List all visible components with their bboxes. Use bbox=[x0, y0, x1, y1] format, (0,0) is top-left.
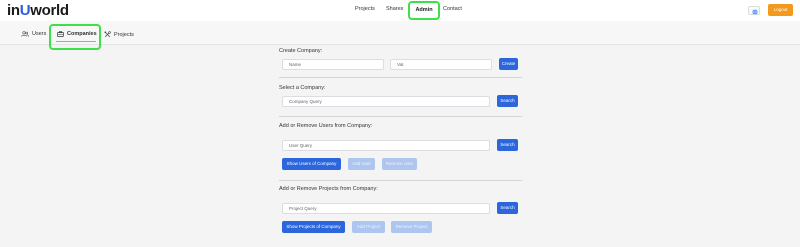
top-navbar: inUworld Projects Shares Admin Contact L… bbox=[0, 0, 800, 21]
create-company-button[interactable]: Create bbox=[499, 58, 518, 70]
nav-shares[interactable]: Shares bbox=[386, 6, 403, 12]
tab-companies[interactable]: Companies bbox=[57, 31, 97, 37]
remove-user-button[interactable]: Remove User bbox=[382, 158, 417, 170]
tools-icon bbox=[104, 31, 111, 38]
app-logo[interactable]: inUworld bbox=[7, 2, 69, 19]
active-tab-indicator bbox=[56, 41, 96, 42]
nav-projects[interactable]: Projects bbox=[355, 6, 375, 12]
nav-admin-label: Admin bbox=[415, 7, 433, 13]
company-query-input[interactable]: Company Query bbox=[282, 96, 490, 107]
tab-companies-highlight bbox=[49, 24, 101, 50]
add-user-button[interactable]: Add User bbox=[348, 158, 375, 170]
logo-prefix: in bbox=[7, 2, 20, 19]
show-users-button[interactable]: Show Users of Company bbox=[282, 158, 341, 170]
remove-project-button[interactable]: Remove Project bbox=[391, 221, 432, 233]
tab-projects[interactable]: Projects bbox=[104, 31, 134, 38]
tab-companies-label: Companies bbox=[67, 31, 97, 37]
search-company-button[interactable]: Search bbox=[497, 95, 518, 107]
user-query-input[interactable]: User Query bbox=[282, 140, 490, 151]
tab-users[interactable]: Users bbox=[21, 31, 46, 37]
project-query-input[interactable]: Project Query bbox=[282, 203, 490, 214]
add-project-button[interactable]: Add Project bbox=[352, 221, 385, 233]
create-company-title: Create Company: bbox=[279, 48, 323, 54]
select-company-title: Select a Company: bbox=[279, 85, 326, 91]
show-projects-button[interactable]: Show Projects of Company bbox=[282, 221, 345, 233]
divider bbox=[279, 180, 522, 181]
nav-admin[interactable]: Admin bbox=[408, 1, 440, 20]
globe-icon bbox=[752, 8, 758, 15]
tab-users-label: Users bbox=[32, 31, 47, 37]
logo-u: U bbox=[19, 2, 31, 19]
tab-projects-label: Projects bbox=[114, 31, 134, 38]
language-button[interactable] bbox=[748, 6, 760, 15]
users-icon bbox=[21, 31, 29, 37]
logout-button[interactable]: Logout bbox=[768, 4, 793, 16]
users-company-title: Add or Remove Users from Company: bbox=[279, 123, 373, 129]
divider bbox=[279, 77, 522, 78]
company-name-input[interactable]: Name bbox=[282, 59, 384, 70]
nav-contact[interactable]: Contact bbox=[443, 6, 462, 12]
search-project-button[interactable]: Search bbox=[497, 202, 518, 214]
divider bbox=[279, 116, 522, 117]
logo-suffix: world bbox=[30, 2, 69, 19]
search-user-button[interactable]: Search bbox=[497, 139, 518, 151]
building-icon bbox=[57, 31, 64, 37]
company-vat-input[interactable]: Vat bbox=[390, 59, 492, 70]
projects-company-title: Add or Remove Projects from Company: bbox=[279, 186, 378, 192]
